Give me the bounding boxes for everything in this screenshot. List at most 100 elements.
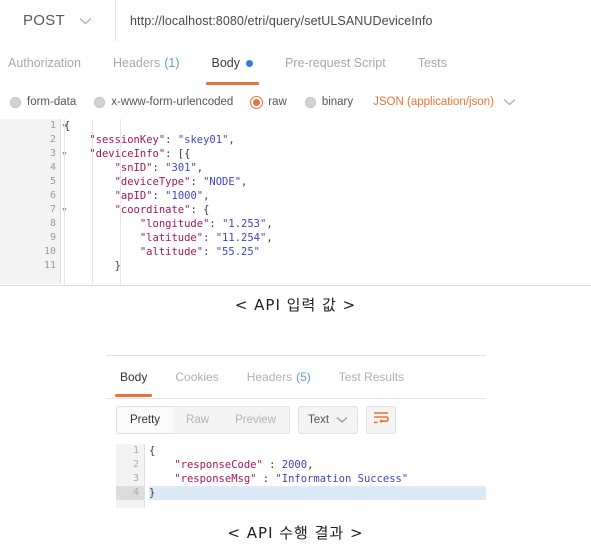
code-token: "altitude" <box>139 246 204 258</box>
view-mode-preview-label: Preview <box>235 414 276 426</box>
radio-x-www-form-urlencoded[interactable]: x-www-form-urlencoded <box>94 96 233 108</box>
url-input[interactable]: http://localhost:8080/etri/query/setULSA… <box>116 0 591 41</box>
response-tab-headers-count: (5) <box>296 369 311 384</box>
code-token: "responseCode" <box>174 459 263 471</box>
tab-authorization[interactable]: Authorization <box>0 41 97 85</box>
code-token: "301" <box>165 162 197 174</box>
tab-pre-request-script[interactable]: Pre-request Script <box>269 41 402 85</box>
line-number: 2 <box>132 459 139 470</box>
code-line: "deviceType": "NODE", <box>64 175 591 189</box>
radio-urlencoded-label: x-www-form-urlencoded <box>111 96 234 108</box>
http-method-label: POST <box>22 12 66 29</box>
code-token: : <box>152 162 166 174</box>
code-token: : { <box>190 204 210 216</box>
tab-authorization-label: Authorization <box>8 56 81 70</box>
request-panel: POST http://localhost:8080/etri/query/se… <box>0 0 591 286</box>
code-token: , <box>266 232 273 244</box>
code-token: , <box>307 459 314 471</box>
response-editor-code: { "responseCode" : 2000, "responseMsg" :… <box>145 444 486 508</box>
radio-urlencoded-dot-icon <box>94 96 106 108</box>
response-tab-headers[interactable]: Headers (5) <box>233 356 325 397</box>
code-line: "longitude": "1.253", <box>64 217 591 231</box>
view-mode-group: Pretty Raw Preview <box>116 406 290 434</box>
response-tab-body[interactable]: Body <box>106 356 161 397</box>
view-mode-pretty-label: Pretty <box>130 414 161 426</box>
response-format-selector[interactable]: Text <box>297 406 359 434</box>
line-number: 3 <box>132 473 139 484</box>
word-wrap-button[interactable] <box>366 406 397 434</box>
code-line: "deviceInfo": [{ <box>64 147 591 161</box>
code-line: "apID": "1000", <box>64 189 591 203</box>
radio-binary-dot-icon <box>304 96 316 108</box>
url-text: http://localhost:8080/etri/query/setULSA… <box>130 13 433 28</box>
view-mode-raw[interactable]: Raw <box>173 407 222 433</box>
response-tab-cookies-label: Cookies <box>175 369 219 384</box>
line-number: 1 ▼ <box>0 119 67 133</box>
code-token: } <box>149 487 156 499</box>
code-token: "55.25" <box>215 246 260 258</box>
line-number: 2 <box>49 134 56 145</box>
line-number: 9 <box>49 232 56 243</box>
response-tab-test-results[interactable]: Test Results <box>325 356 418 397</box>
view-mode-raw-label: Raw <box>186 414 210 426</box>
code-token: , <box>203 190 210 202</box>
line-number: 4 <box>116 486 144 500</box>
request-editor-code: { "sessionKey": "skey01", "deviceInfo": … <box>61 119 591 284</box>
line-number: 4 <box>49 162 56 173</box>
view-mode-preview[interactable]: Preview <box>222 407 289 433</box>
view-mode-pretty[interactable]: Pretty <box>117 407 174 433</box>
tab-headers[interactable]: Headers (1) <box>97 41 196 85</box>
response-tab-headers-label: Headers <box>246 369 293 384</box>
code-line: } <box>64 259 591 273</box>
code-token: , <box>228 134 235 146</box>
response-tab-body-active-underline <box>115 394 153 397</box>
radio-form-data-dot-icon <box>10 96 21 108</box>
content-type-selector[interactable]: JSON (application/json) <box>373 96 516 108</box>
code-token: : <box>203 246 216 258</box>
code-token: "snID" <box>114 162 153 174</box>
radio-form-data[interactable]: form-data <box>10 96 76 108</box>
line-number: 7 ▼ <box>0 203 67 217</box>
radio-form-data-label: form-data <box>27 96 77 108</box>
code-line: "snID": "301", <box>64 161 591 175</box>
code-line: "responseCode" : 2000, <box>149 458 486 472</box>
body-modified-dot-icon <box>246 59 253 67</box>
radio-raw[interactable]: raw <box>251 96 287 108</box>
code-token: "Information Success" <box>275 473 409 485</box>
code-token: "apID" <box>114 190 153 202</box>
code-token: "deviceType" <box>114 176 191 188</box>
tab-tests[interactable]: Tests <box>402 41 463 85</box>
request-editor-gutter: 1 ▼ 2 3 ▼ 4 5 6 7 ▼ 8 9 10 11 <box>0 119 67 284</box>
response-tabs: Body Cookies Headers (5) Test Results <box>106 356 486 399</box>
request-tabs: Authorization Headers (1) Body Pre-reque… <box>0 41 591 86</box>
code-token: } <box>114 260 121 272</box>
radio-binary[interactable]: binary <box>304 96 353 108</box>
code-token: "coordinate" <box>114 204 191 216</box>
code-token: "latitude" <box>139 232 204 244</box>
code-token: : [{ <box>165 148 191 160</box>
content-type-label: JSON (application/json) <box>373 96 494 108</box>
response-tab-body-label: Body <box>120 369 148 384</box>
code-token: "skey01" <box>177 134 229 146</box>
code-token: "longitude" <box>139 218 210 230</box>
code-token: : <box>152 190 166 202</box>
tab-body[interactable]: Body <box>196 41 270 85</box>
code-token: : <box>209 218 223 230</box>
tab-body-label: Body <box>211 56 241 70</box>
response-toolbar: Pretty Raw Preview Text <box>106 398 486 442</box>
code-token: , <box>241 176 248 188</box>
code-line: "coordinate": { <box>64 203 591 217</box>
tab-tests-label: Tests <box>417 56 447 70</box>
tab-pre-request-script-label: Pre-request Script <box>285 56 386 70</box>
http-method-selector[interactable]: POST <box>0 0 116 41</box>
code-line: } <box>149 486 486 500</box>
line-number: 3 ▼ <box>0 147 67 161</box>
request-body-editor[interactable]: 1 ▼ 2 3 ▼ 4 5 6 7 ▼ 8 9 10 11 { "sessionKey": "skey01… <box>0 119 591 284</box>
body-type-row: form-data x-www-form-urlencoded raw bina… <box>0 85 591 120</box>
response-panel: Body Cookies Headers (5) Test Results Pr… <box>106 355 486 516</box>
response-tab-cookies[interactable]: Cookies <box>161 356 232 397</box>
chevron-down-icon <box>79 17 92 25</box>
code-line: "latitude": "11.254", <box>64 231 591 245</box>
response-body-editor[interactable]: 1 2 3 4 { "responseCode" : 2000, "responseM… <box>116 444 486 508</box>
code-token: , <box>196 162 204 174</box>
